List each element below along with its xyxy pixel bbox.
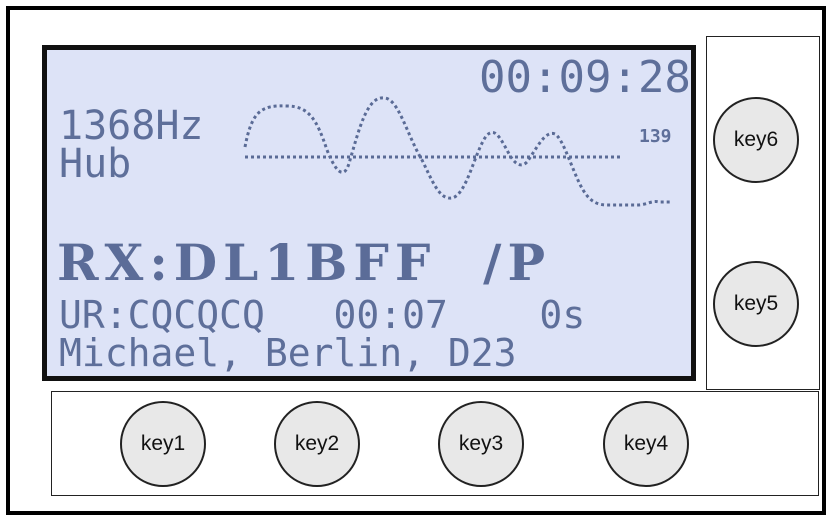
message-display: Michael, Berlin, D23 bbox=[59, 331, 517, 375]
rx-callsign-display: RX:DL1BFF /P bbox=[57, 233, 552, 292]
level-display: 139 bbox=[639, 126, 672, 147]
key4-button[interactable]: key4 bbox=[603, 401, 689, 487]
key5-button[interactable]: key5 bbox=[713, 261, 799, 347]
mode-display: Hub bbox=[59, 141, 132, 187]
lcd-screen: 00:09:28 1368Hz Hub 139 RX:DL1BFF /P UR:… bbox=[42, 45, 696, 381]
key1-button[interactable]: key1 bbox=[120, 401, 206, 487]
key2-button[interactable]: key2 bbox=[274, 401, 360, 487]
key6-button[interactable]: key6 bbox=[713, 97, 799, 183]
frequency-display: 1368Hz bbox=[59, 103, 204, 149]
time-display: 00:09:28 bbox=[479, 52, 691, 103]
ur-line-display: UR:CQCQCQ 00:07 0s bbox=[59, 293, 586, 337]
waveform-curve bbox=[243, 96, 672, 207]
key3-button[interactable]: key3 bbox=[438, 401, 524, 487]
